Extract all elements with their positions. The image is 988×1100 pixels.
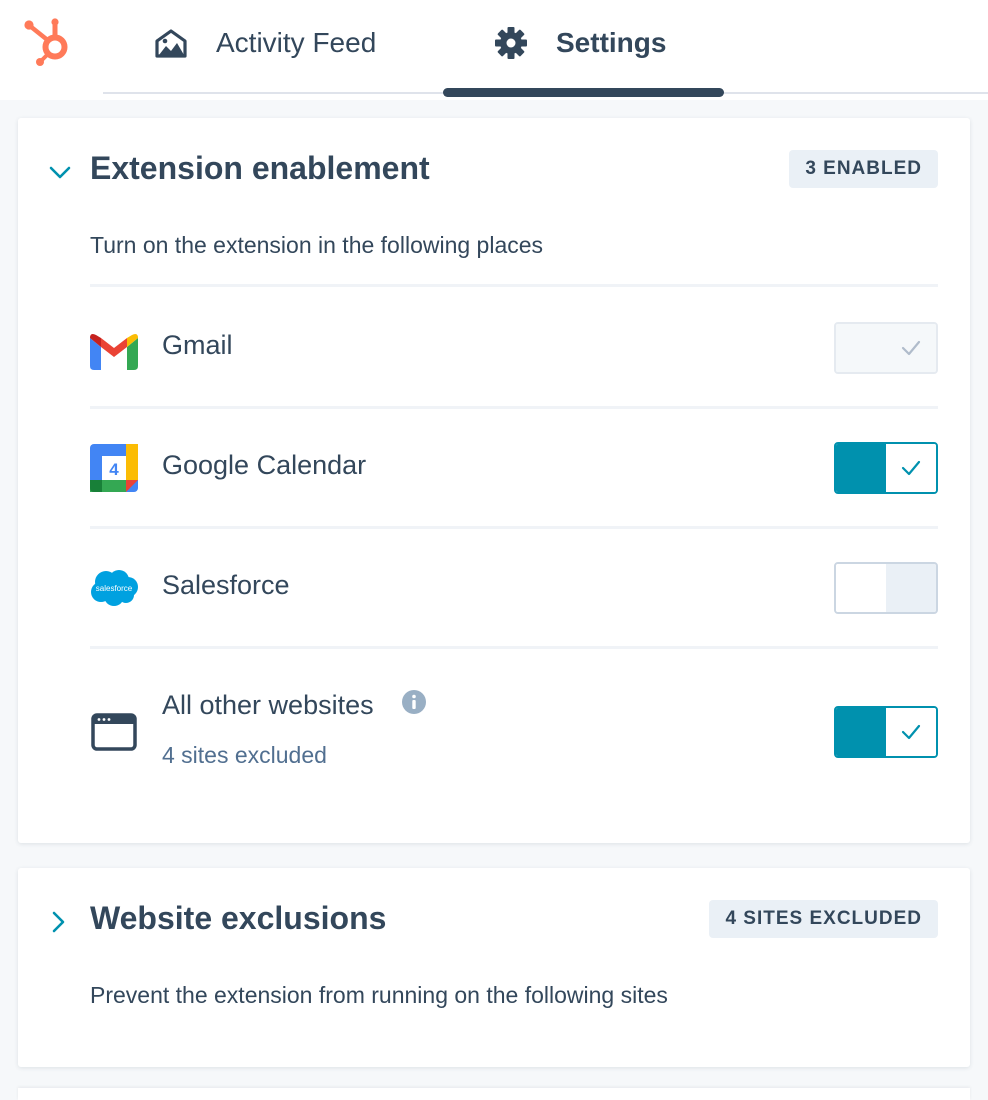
gmail-label: Gmail	[162, 330, 233, 360]
gmail-toggle[interactable]	[834, 322, 938, 374]
website-exclusions-card: Website exclusions 4 SITES EXCLUDED Prev…	[18, 868, 970, 1067]
top-navigation: Activity Feed Settings	[0, 0, 988, 100]
gear-icon	[495, 27, 527, 59]
check-icon	[901, 340, 921, 356]
row-divider	[90, 406, 938, 409]
info-icon[interactable]	[402, 690, 426, 714]
gmail-icon	[90, 334, 138, 370]
toggle-knob	[886, 444, 936, 492]
next-card-edge	[18, 1088, 970, 1100]
row-divider	[90, 284, 938, 287]
list-item-all-other-websites: All other websites 4 sites excluded	[90, 658, 938, 788]
home-activity-icon	[155, 29, 187, 58]
google-calendar-icon: 4	[90, 444, 138, 492]
chevron-right-icon[interactable]	[44, 908, 72, 936]
chevron-down-icon[interactable]	[46, 158, 74, 186]
salesforce-label: Salesforce	[162, 570, 290, 600]
all-other-websites-label: All other websites	[162, 690, 374, 720]
enabled-count-badge: 3 ENABLED	[789, 150, 938, 188]
toggle-knob	[886, 708, 936, 756]
check-icon	[901, 460, 921, 476]
check-icon	[901, 724, 921, 740]
google-calendar-toggle[interactable]	[834, 442, 938, 494]
row-divider	[90, 526, 938, 529]
toggle-track	[836, 708, 886, 756]
browser-window-icon	[91, 713, 137, 751]
tab-settings-label: Settings	[556, 27, 667, 58]
toggle-knob	[886, 324, 936, 372]
row-divider	[90, 646, 938, 649]
toggle-track	[886, 564, 936, 612]
extension-enablement-card: Extension enablement 3 ENABLED Turn on t…	[18, 118, 970, 843]
toggle-knob	[836, 564, 888, 612]
google-calendar-label: Google Calendar	[162, 450, 367, 480]
sites-excluded-link[interactable]: 4 sites excluded	[162, 742, 327, 769]
website-exclusions-title: Website exclusions	[90, 900, 387, 936]
extension-enablement-title: Extension enablement	[90, 150, 430, 186]
list-item-gmail: Gmail	[90, 298, 938, 398]
active-tab-indicator	[443, 88, 724, 97]
salesforce-toggle[interactable]	[834, 562, 938, 614]
salesforce-wordmark: salesforce	[96, 584, 133, 593]
extension-enablement-description: Turn on the extension in the following p…	[90, 232, 544, 258]
list-item-google-calendar: 4 Google Calendar	[90, 418, 938, 518]
sites-excluded-badge: 4 SITES EXCLUDED	[709, 900, 938, 938]
website-exclusions-description: Prevent the extension from running on th…	[90, 982, 668, 1008]
list-item-salesforce: salesforce Salesforce	[90, 538, 938, 638]
tab-activity-feed[interactable]: Activity Feed	[154, 18, 376, 68]
tab-settings[interactable]: Settings	[494, 18, 666, 68]
all-other-websites-toggle[interactable]	[834, 706, 938, 758]
toggle-track	[836, 324, 888, 372]
calendar-day-number: 4	[109, 460, 119, 479]
salesforce-icon: salesforce	[91, 570, 138, 606]
tab-activity-feed-label: Activity Feed	[216, 27, 377, 58]
hubspot-logo	[24, 18, 68, 66]
toggle-track	[836, 444, 886, 492]
